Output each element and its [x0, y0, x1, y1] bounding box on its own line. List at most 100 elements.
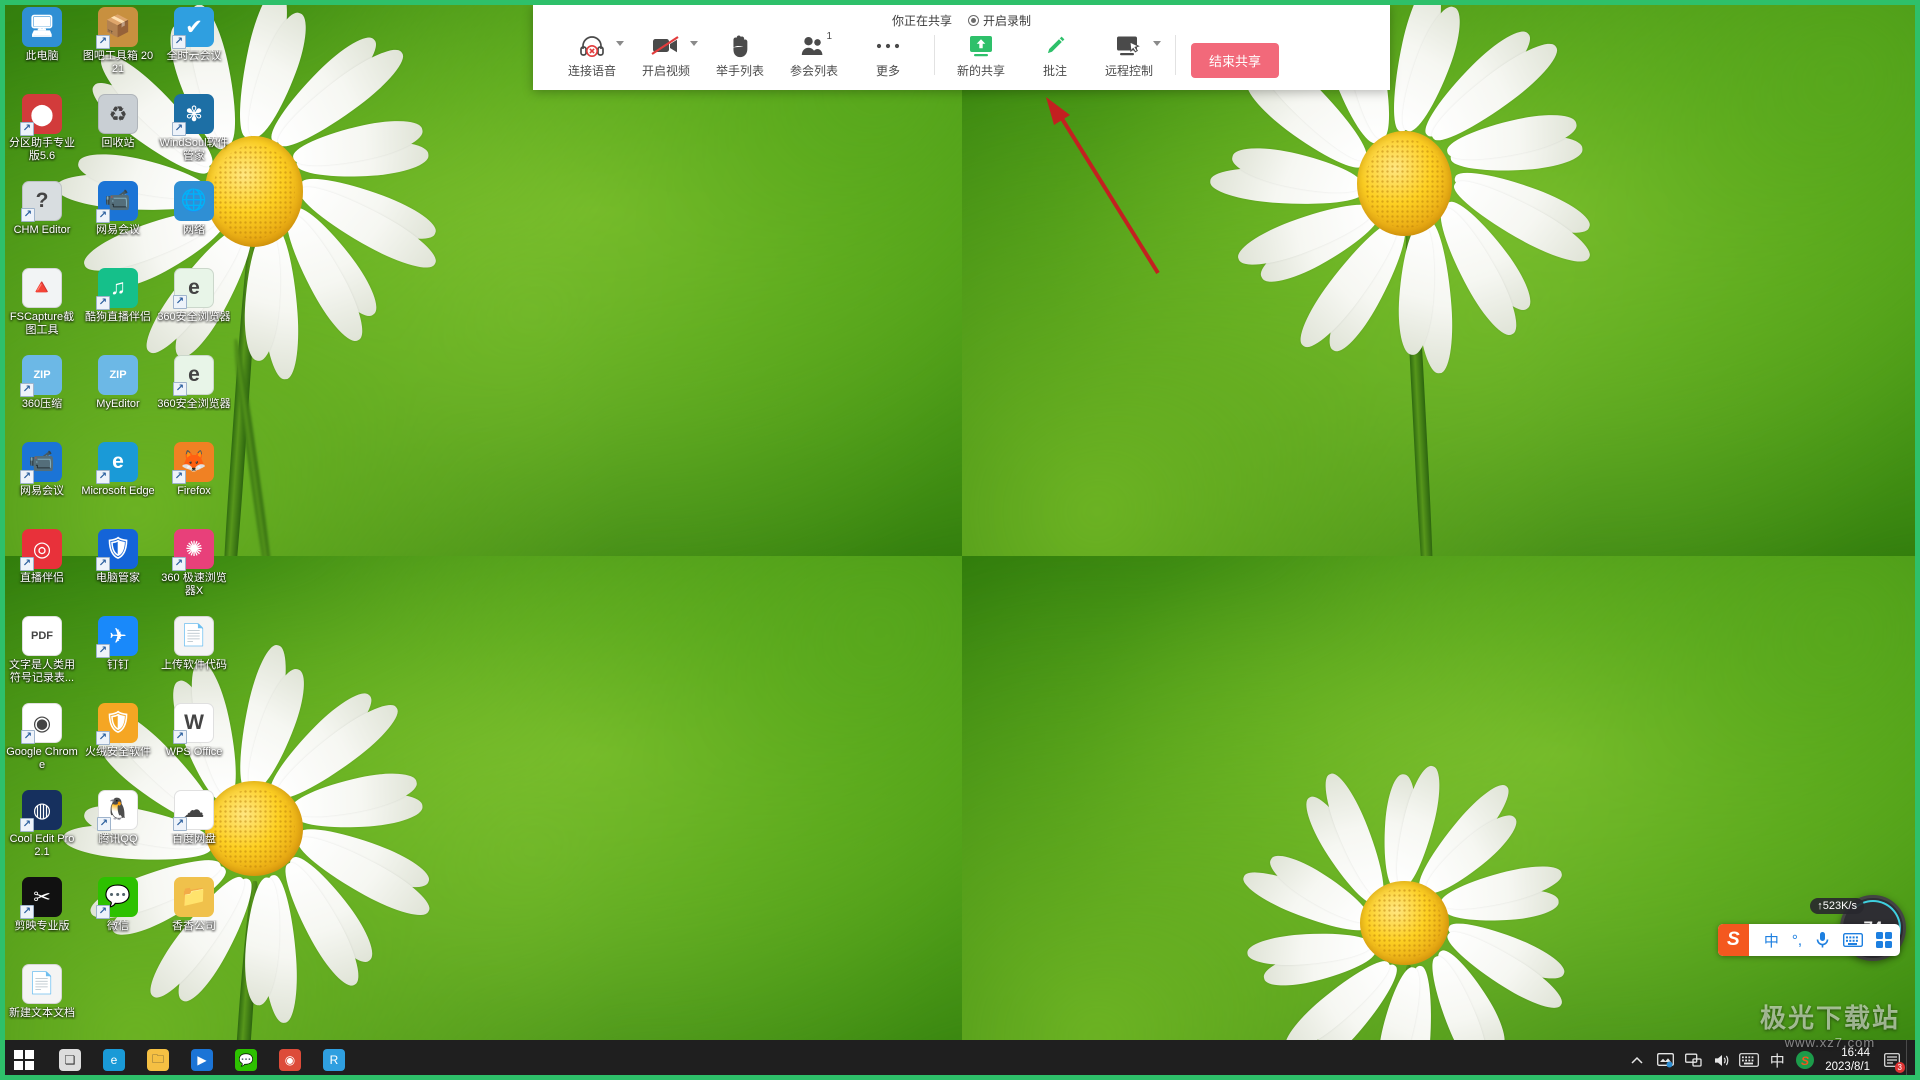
desktop-icon-wps-office[interactable]: W WPS Office: [156, 700, 232, 787]
desktop-icon-firefox[interactable]: 🦊Firefox: [156, 439, 232, 526]
keyboard-icon[interactable]: [1735, 1040, 1763, 1080]
desktop-icon-new-text-document[interactable]: 📄 新建文本文档: [4, 961, 80, 1048]
toolbar-item-camera-off[interactable]: 开启视频: [629, 31, 703, 79]
toolbar-item-label: 批注: [1042, 64, 1067, 78]
task-view-icon: ❏: [59, 1049, 81, 1071]
desktop-icon-360-zip[interactable]: ZIP360压缩: [4, 352, 80, 439]
desktop-icon-cool-edit-pro[interactable]: ◍Cool Edit Pro 2.1: [4, 787, 80, 874]
toolbar-item-more-dots[interactable]: 更多: [851, 31, 925, 79]
chevron-down-icon[interactable]: [690, 41, 698, 46]
screen-capture-icon[interactable]: [1651, 1040, 1679, 1080]
taskbar-app-netease-meeting[interactable]: ▶: [180, 1040, 224, 1080]
notification-center-icon[interactable]: 3: [1878, 1040, 1906, 1080]
recording-label: 开启录制: [983, 14, 1032, 28]
edge-icon: e: [103, 1049, 125, 1071]
toolbar-item-remote-control[interactable]: 远程控制: [1092, 31, 1166, 79]
desktop-icon-microsoft-edge[interactable]: eMicrosoft Edge: [80, 439, 156, 526]
desktop-icon-text-document[interactable]: 📄 上传软件代码: [156, 613, 232, 700]
sogou-logo-icon[interactable]: S: [1717, 924, 1749, 956]
pc-manager-icon: 🛡: [96, 529, 138, 571]
ime-toolbox-icon[interactable]: [1876, 932, 1892, 948]
toolbar-item-headset-muted[interactable]: 连接语音: [555, 31, 629, 79]
desktop-icon-this-pc[interactable]: 🖥 此电脑: [4, 4, 80, 91]
taskbar-clock[interactable]: 16:44 2023/8/1: [1819, 1046, 1878, 1074]
desktop-icon-tencent-qq[interactable]: 🐧 腾讯QQ: [80, 787, 156, 874]
toolbar-item-participants[interactable]: 1 参会列表: [777, 31, 851, 79]
camera-off-icon: [649, 32, 683, 59]
chevron-down-icon[interactable]: [616, 41, 624, 46]
show-hidden-icons-chevron[interactable]: [1623, 1040, 1651, 1080]
live-companion-icon: ◎: [20, 529, 62, 571]
ime-chinese-icon[interactable]: 中: [1763, 1040, 1791, 1080]
taskbar-app-edge[interactable]: e: [92, 1040, 136, 1080]
toolbar-divider-2: [1175, 35, 1176, 75]
desktop-icon-myeditor[interactable]: ZIP MyEditor: [80, 352, 156, 439]
toolbar-item-raise-hand[interactable]: 举手列表: [703, 31, 777, 79]
desktop-icon-360-speed-browser-x[interactable]: ✺360 极速浏览器X: [156, 526, 232, 613]
desktop-icon-netease-meeting[interactable]: 📹网易会议: [80, 178, 156, 265]
desktop-icon-quanshi-cloud-meeting[interactable]: ✔全时云会议: [156, 4, 232, 91]
taskbar-left-group: ❏ e 🗀 ▶ 💬 ◉ R: [0, 1040, 356, 1080]
shortcut-arrow-icon: [172, 35, 186, 49]
desktop-icon-partition-assistant[interactable]: ⬤分区助手专业版5.6: [4, 91, 80, 178]
sogou-tray-icon[interactable]: S: [1791, 1040, 1819, 1080]
desktop-icon-windsoul-software-manager[interactable]: ✾WindSoul软件管家: [156, 91, 232, 178]
taskbar-app-chrome[interactable]: ◉: [268, 1040, 312, 1080]
show-desktop-button[interactable]: [1906, 1040, 1914, 1080]
toolbar-status-row: 你正在共享 开启录制: [533, 5, 1390, 31]
desktop-icon-kugou-live-companion[interactable]: ♫酷狗直播伴侣: [80, 265, 156, 352]
volume-icon[interactable]: [1707, 1040, 1735, 1080]
desktop-icon-baidu-netdisk[interactable]: ☁ 百度网盘: [156, 787, 232, 874]
text-document-icon: 📄: [174, 616, 214, 656]
desktop-icon-dingtalk[interactable]: ✈钉钉: [80, 613, 156, 700]
desktop-icon-wechat[interactable]: 💬微信: [80, 874, 156, 961]
desktop-icon-live-companion[interactable]: ◎直播伴侣: [4, 526, 80, 613]
network-icon[interactable]: [1679, 1040, 1707, 1080]
google-chrome-icon: ◉: [21, 703, 62, 744]
participant-count-badge: 1: [826, 31, 832, 42]
desktop-icon-360-safe-browser[interactable]: e 360安全浏览器: [156, 352, 232, 439]
desktop-icon-recycle-bin[interactable]: ♻ 回收站: [80, 91, 156, 178]
desktop-icon-google-chrome[interactable]: ◉Google Chrome: [4, 700, 80, 787]
desktop-icon-netease-meeting[interactable]: 📹网易会议: [4, 439, 80, 526]
toolbar-item-new-share[interactable]: 新的共享: [944, 31, 1018, 79]
desktop-icon-tuba-toolbox[interactable]: 📦图吧工具箱 2021: [80, 4, 156, 91]
ime-punctuation-icon[interactable]: °,: [1792, 932, 1802, 949]
desktop-icon-huorong-security[interactable]: 🛡火绒安全软件: [80, 700, 156, 787]
taskbar-app-wechat[interactable]: 💬: [224, 1040, 268, 1080]
desktop-icon-chm-editor[interactable]: ? CHM Editor: [4, 178, 80, 265]
desktop-icon-fscapture[interactable]: 🔺 FSCapture截图工具: [4, 265, 80, 352]
chm-editor-icon: ?: [21, 181, 62, 222]
desktop-icon-pdf-document[interactable]: PDF 文字是人类用符号记录表...: [4, 613, 80, 700]
shortcut-arrow-icon: [172, 557, 186, 571]
ime-language-chinese[interactable]: 中: [1764, 930, 1779, 951]
microsoft-edge-icon: e: [96, 442, 138, 484]
desktop-icon-360-safe-browser[interactable]: e 360安全浏览器: [156, 265, 232, 352]
clock-date: 2023/8/1: [1825, 1061, 1870, 1073]
desktop-icon-network[interactable]: 🌐 网络: [156, 178, 232, 265]
windows-logo-icon: [14, 1050, 34, 1070]
baidu-netdisk-icon: ☁: [173, 790, 214, 831]
start-button[interactable]: [0, 1040, 48, 1080]
desktop-icon-jianying-pro[interactable]: ✂剪映专业版: [4, 874, 80, 961]
360-zip-icon: ZIP: [20, 355, 62, 397]
desktop-icon-label: 酷狗直播伴侣: [85, 311, 151, 323]
system-tray: 中 S 16:44 2023/8/1 3: [1623, 1040, 1920, 1080]
taskbar-app-quanshi-meeting[interactable]: R: [312, 1040, 356, 1080]
taskbar-app-file-explorer[interactable]: 🗀: [136, 1040, 180, 1080]
network-speed-value: 523: [1822, 900, 1842, 912]
ime-keyboard-icon[interactable]: [1843, 933, 1863, 947]
desktop-icon-xiangxiang-company-folder[interactable]: 📁 香香公司: [156, 874, 232, 961]
ime-voice-input-icon[interactable]: [1815, 931, 1830, 949]
desktop-icon-grid: 🖥此电脑📦图吧工具箱 2021✔全时云会议 ⬤分区助手专业版5.6♻回收站✾Win…: [4, 4, 334, 1048]
desktop-icon-label: 直播伴侣: [20, 572, 64, 584]
desktop-icon-label: Cool Edit Pro 2.1: [9, 833, 75, 858]
end-share-button[interactable]: 结束共享: [1191, 43, 1280, 78]
toolbar-item-annotate-pencil[interactable]: 批注: [1018, 31, 1092, 79]
sogou-ime-bar[interactable]: S 中 °,: [1717, 924, 1900, 956]
recording-toggle[interactable]: 开启录制: [968, 12, 1031, 29]
desktop-icon-pc-manager[interactable]: 🛡电脑管家: [80, 526, 156, 613]
taskbar-app-task-view[interactable]: ❏: [48, 1040, 92, 1080]
desktop-icon-label: 分区助手专业版5.6: [9, 137, 75, 162]
chevron-down-icon[interactable]: [1153, 41, 1161, 46]
